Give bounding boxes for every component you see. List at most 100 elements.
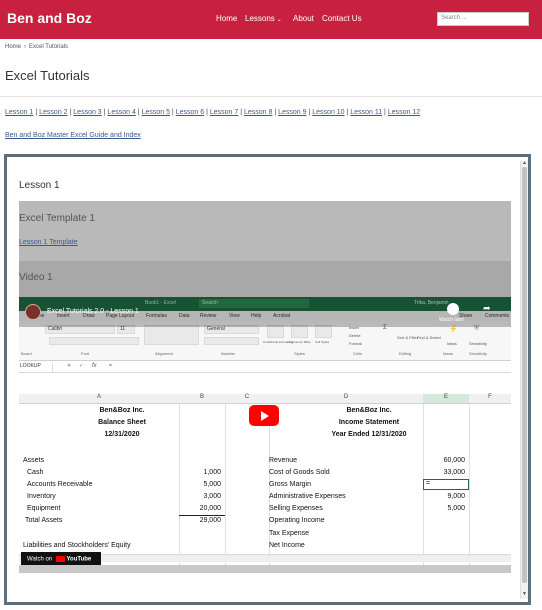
- watch-on-label: Watch on: [27, 556, 53, 563]
- play-button[interactable]: [249, 405, 279, 426]
- scroll-up-icon[interactable]: ▲: [522, 160, 527, 166]
- column-header: F: [469, 394, 511, 404]
- video-bottom-strip: [19, 565, 511, 573]
- cell-button: Format: [349, 341, 362, 346]
- edit-button: Find & Select: [417, 335, 441, 340]
- ribbon-group-label: Styles: [294, 351, 305, 356]
- scroll-thumb[interactable]: [522, 167, 527, 583]
- asset-value: 3,000: [203, 493, 221, 500]
- nav-home[interactable]: Home: [216, 14, 237, 23]
- liabilities-header: Liabilities and Stockholders' Equity: [23, 542, 131, 549]
- chevron-down-icon: ⌄: [276, 17, 282, 23]
- total-assets-value: 29,000: [199, 517, 221, 524]
- lesson-link-7[interactable]: Lesson 7: [210, 109, 238, 116]
- ribbon-group-label: Ideas: [443, 351, 453, 356]
- scroll-down-icon[interactable]: ▼: [522, 591, 527, 597]
- embedded-frame: Lesson 1 Excel Template 1 Lesson 1 Templ…: [4, 154, 531, 605]
- style-button-label: Format as Table: [289, 340, 311, 344]
- ribbon-group-label: Sensitivity: [469, 351, 488, 356]
- income-label: Operating Income: [269, 517, 325, 524]
- income-value: 5,000: [447, 505, 465, 512]
- income-label: Revenue: [269, 457, 298, 464]
- breadcrumb-separator: ›: [24, 44, 27, 50]
- lesson-link-5[interactable]: Lesson 5: [142, 109, 170, 116]
- site-header: Ben and Boz Home Lessons ⌄ About Contact …: [0, 0, 542, 39]
- frame-scrollbar[interactable]: ▲ ▼: [520, 160, 528, 599]
- breadcrumb: Home › Excel Tutorials: [5, 44, 68, 50]
- style-button-label: Cell Styles: [315, 340, 330, 344]
- left-report: Balance Sheet: [98, 419, 146, 426]
- video-section: Video 1: [19, 261, 511, 297]
- assets-header: Assets: [23, 457, 45, 464]
- grid-line: [469, 404, 470, 573]
- search-input[interactable]: Search ...: [437, 12, 529, 26]
- template-link[interactable]: Lesson 1 Template: [19, 239, 78, 246]
- nav-lessons-label: Lessons: [245, 14, 275, 23]
- income-label: Selling Expenses: [269, 505, 323, 512]
- income-value: 33,000: [443, 469, 465, 476]
- page-title: Excel Tutorials: [5, 68, 90, 83]
- column-header: A: [19, 394, 179, 404]
- sensitivity-label: Sensitivity: [469, 341, 488, 346]
- asset-value: 5,000: [203, 481, 221, 488]
- breadcrumb-home[interactable]: Home: [5, 44, 21, 50]
- share-icon[interactable]: ➦: [483, 303, 491, 314]
- asset-label: Cash: [27, 469, 44, 476]
- lesson-link-11[interactable]: Lesson 11: [350, 109, 382, 116]
- channel-avatar[interactable]: [25, 304, 41, 320]
- nav-about[interactable]: About: [293, 14, 314, 23]
- lesson-link-4[interactable]: Lesson 4: [107, 109, 135, 116]
- grid-line: [225, 404, 226, 573]
- asset-value: 20,000: [199, 505, 221, 512]
- income-label: Cost of Goods Sold: [269, 469, 330, 476]
- asset-label: Inventory: [27, 493, 56, 500]
- ribbon-group-label: Number: [221, 351, 236, 356]
- breadcrumb-current: Excel Tutorials: [29, 44, 69, 50]
- lesson-link-10[interactable]: Lesson 10: [312, 109, 344, 116]
- nav-lessons[interactable]: Lessons ⌄: [245, 14, 282, 23]
- left-company: Ben&Boz Inc.: [99, 407, 145, 414]
- ribbon-group-label: Alignment: [155, 351, 173, 356]
- right-date: Year Ended 12/31/2020: [331, 431, 407, 438]
- lesson-link-8[interactable]: Lesson 8: [244, 109, 272, 116]
- lesson-heading: Lesson 1: [19, 180, 60, 191]
- edit-button: Sort & Filter: [397, 335, 419, 340]
- income-label: Net Income: [269, 542, 305, 549]
- lesson-link-1[interactable]: Lesson 1: [5, 109, 33, 116]
- fx-icon: fx: [92, 363, 97, 369]
- total-assets-label: Total Assets: [25, 517, 63, 524]
- ribbon-group-label: Board: [21, 351, 32, 356]
- formula-value: =: [109, 363, 112, 369]
- guide-link[interactable]: Ben and Boz Master Excel Guide and Index: [5, 132, 141, 139]
- video-heading: Video 1: [19, 272, 53, 283]
- ribbon-group-label: Font: [81, 351, 90, 356]
- right-report: Income Statement: [338, 419, 400, 426]
- ideas-label: Ideas: [447, 341, 457, 346]
- video-title[interactable]: Excel Tutorials 2.0 - Lesson 1: [47, 308, 139, 315]
- lesson-link-12[interactable]: Lesson 12: [388, 109, 420, 116]
- lesson-link-3[interactable]: Lesson 3: [73, 109, 101, 116]
- lesson-link-6[interactable]: Lesson 6: [176, 109, 204, 116]
- left-date: 12/31/2020: [104, 431, 140, 438]
- asset-label: Equipment: [27, 505, 61, 512]
- alignment-tools: [144, 325, 199, 345]
- lesson-link-2[interactable]: Lesson 2: [39, 109, 67, 116]
- income-value: 9,000: [447, 493, 465, 500]
- column-header: E: [423, 394, 469, 404]
- watch-later-icon[interactable]: [447, 303, 459, 315]
- lesson-link-9[interactable]: Lesson 9: [278, 109, 306, 116]
- income-label: Gross Margin: [269, 481, 312, 488]
- sum-underline: [179, 515, 225, 516]
- income-value: 60,000: [443, 457, 465, 464]
- divider: [0, 96, 542, 97]
- template-section: Excel Template 1 Lesson 1 Template: [19, 201, 511, 261]
- video-player[interactable]: Book1 - Excel Search Trika, Benjamin Hom…: [19, 297, 511, 573]
- youtube-logo-icon: [55, 556, 65, 562]
- grid-line: [179, 404, 180, 573]
- watch-later-label: Watch later: [439, 317, 465, 323]
- spreadsheet: A B C D E F Ben&Boz Inc. Balance Sheet 1…: [19, 374, 511, 573]
- nav-contact[interactable]: Contact Us: [322, 14, 362, 23]
- asset-label: Accounts Receivable: [27, 481, 93, 488]
- font-tools: [49, 337, 139, 345]
- template-title: Excel Template 1: [19, 213, 95, 224]
